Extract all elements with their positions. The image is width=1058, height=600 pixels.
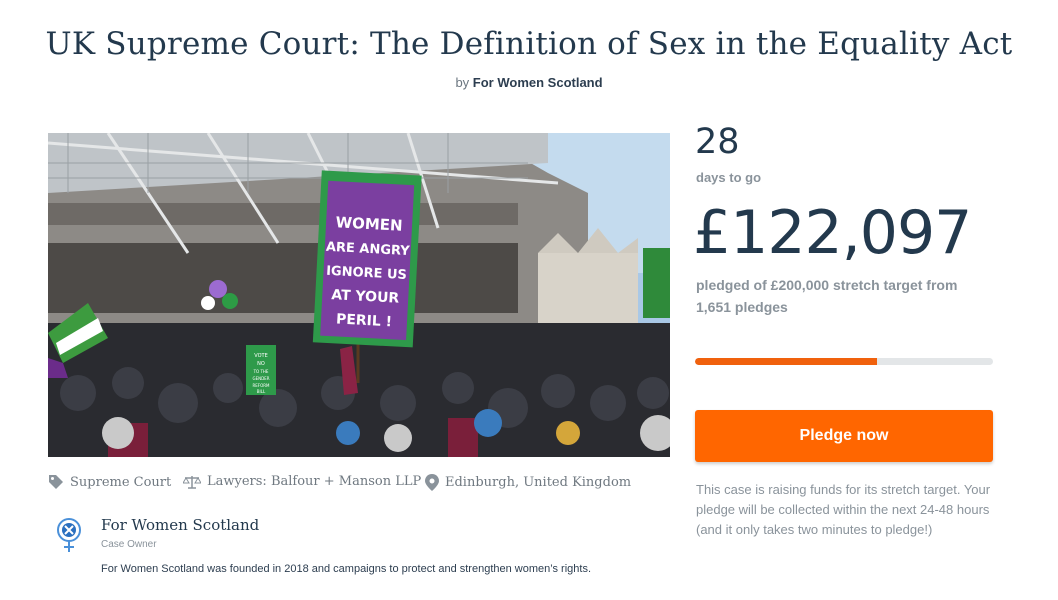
meta-category[interactable]: Supreme Court bbox=[48, 474, 171, 490]
small-sign-3: TO THE bbox=[253, 369, 269, 374]
pledge-note: This case is raising funds for its stret… bbox=[696, 482, 991, 537]
byline-author[interactable]: For Women Scotland bbox=[473, 75, 603, 90]
byline-prefix: by bbox=[455, 75, 470, 90]
meta-lawyers[interactable]: Lawyers: Balfour + Manson LLP bbox=[183, 474, 421, 489]
meta-category-label: Supreme Court bbox=[70, 474, 172, 490]
small-sign-4: GENDER bbox=[252, 376, 269, 381]
meta-location[interactable]: Edinburgh, United Kingdom bbox=[425, 474, 631, 491]
tag-icon bbox=[49, 475, 63, 489]
pledge-now-button[interactable]: Pledge now bbox=[695, 410, 993, 462]
sign-line-5: PERIL ! bbox=[336, 311, 393, 330]
small-sign-1: VOTE bbox=[254, 353, 267, 359]
funding-progress-fill bbox=[695, 358, 877, 365]
owner-logo[interactable] bbox=[54, 518, 84, 554]
pledged-summary: pledged of £200,000 stretch target from … bbox=[696, 277, 958, 315]
page-title: UK Supreme Court: The Definition of Sex … bbox=[45, 26, 1013, 62]
days-to-go-number: 28 bbox=[695, 122, 740, 162]
meta-lawyers-label: Lawyers: Balfour + Manson LLP bbox=[207, 474, 422, 489]
scales-icon bbox=[183, 475, 201, 489]
owner-role: Case Owner bbox=[101, 539, 157, 550]
funding-progress-bar bbox=[695, 358, 993, 365]
hero-photo: WOMEN ARE ANGRY IGNORE US AT YOUR PERIL … bbox=[48, 133, 670, 457]
small-sign-2: NO bbox=[257, 361, 265, 367]
sign-line-1: WOMEN bbox=[335, 213, 403, 234]
amount-pledged: £122,097 bbox=[693, 198, 972, 268]
protest-photo: WOMEN ARE ANGRY IGNORE US AT YOUR PERIL … bbox=[48, 133, 670, 457]
map-pin-icon bbox=[425, 474, 439, 491]
small-sign-5: REFORM bbox=[253, 383, 271, 388]
small-sign-6: BILL bbox=[257, 389, 266, 394]
owner-description: For Women Scotland was founded in 2018 a… bbox=[101, 563, 591, 575]
days-to-go-label: days to go bbox=[696, 170, 762, 185]
owner-name[interactable]: For Women Scotland bbox=[101, 516, 259, 534]
meta-location-label: Edinburgh, United Kingdom bbox=[445, 475, 632, 490]
byline: by For Women Scotland bbox=[0, 75, 1058, 90]
